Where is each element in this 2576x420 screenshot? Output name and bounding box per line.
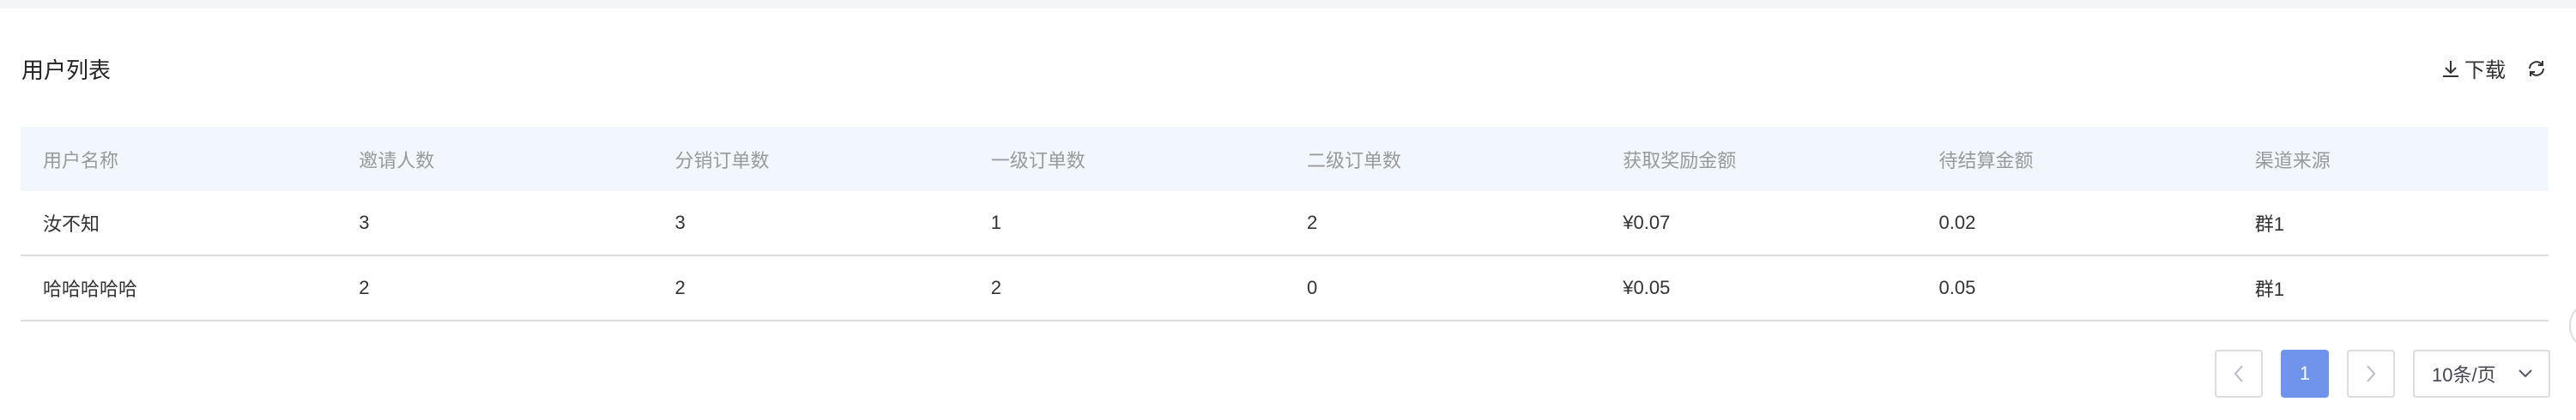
table-cell: ¥0.07 (1623, 212, 1671, 233)
chevron-right-icon (2367, 365, 2376, 382)
table-cell: 群1 (2254, 279, 2284, 300)
table-cell: 群1 (2254, 213, 2284, 235)
column-header: 用户名称 (43, 149, 119, 171)
download-label: 下载 (2464, 59, 2506, 82)
table-cell: 0 (1307, 277, 1318, 298)
toolbar: 下载 (2440, 53, 2547, 83)
table-cell: ¥0.05 (1623, 277, 1671, 298)
pagination: 1 10条/页 (2215, 350, 2550, 398)
table-cell: 0.02 (1938, 212, 1976, 233)
table-header: 用户名称 邀请人数 分销订单数 一级订单数 二级订单数 获取奖励金额 待结算金额 渠道来源 (21, 127, 2549, 191)
next-page-button[interactable] (2347, 350, 2395, 398)
table-cell: 2 (1307, 212, 1318, 233)
table-cell: 1 (990, 212, 1001, 233)
user-table: 用户名称 邀请人数 分销订单数 一级订单数 二级订单数 获取奖励金额 待结算金额 渠道来源 汝… (21, 127, 2549, 321)
column-header: 一级订单数 (990, 149, 1085, 171)
table-cell: 汝不知 (43, 213, 100, 235)
column-header: 渠道来源 (2254, 149, 2331, 171)
page-title: 用户列表 (21, 57, 112, 83)
download-button[interactable]: 下载 (2440, 53, 2506, 83)
table-cell: 3 (674, 212, 686, 233)
table-cell: 2 (359, 277, 370, 298)
table-row: 汝不知 3 3 1 2 ¥0.07 0.02 群1 (21, 191, 2549, 256)
prev-page-button[interactable] (2215, 350, 2263, 398)
column-header: 二级订单数 (1307, 149, 1402, 171)
download-icon (2443, 60, 2458, 77)
column-header: 获取奖励金额 (1623, 149, 1737, 171)
column-header: 邀请人数 (359, 149, 435, 171)
page-1-button[interactable]: 1 (2281, 350, 2329, 398)
page-size-value: 10条/页 (2432, 364, 2496, 386)
column-header: 分销订单数 (674, 149, 770, 171)
table-cell: 3 (359, 212, 370, 233)
table-cell: 哈哈哈哈哈 (43, 279, 138, 300)
page-size-select[interactable]: 10条/页 (2413, 350, 2550, 398)
table-row: 哈哈哈哈哈 2 2 2 0 ¥0.05 0.05 群1 (21, 256, 2549, 321)
table-cell: 2 (990, 277, 1001, 298)
floating-button[interactable] (2569, 300, 2576, 351)
top-bar (0, 0, 2576, 9)
table-cell: 0.05 (1938, 277, 1976, 298)
table-cell: 2 (674, 277, 686, 298)
refresh-icon[interactable] (2526, 58, 2547, 79)
column-header: 待结算金额 (1938, 149, 2034, 171)
chevron-down-icon (2519, 369, 2532, 378)
chevron-left-icon (2234, 365, 2243, 382)
